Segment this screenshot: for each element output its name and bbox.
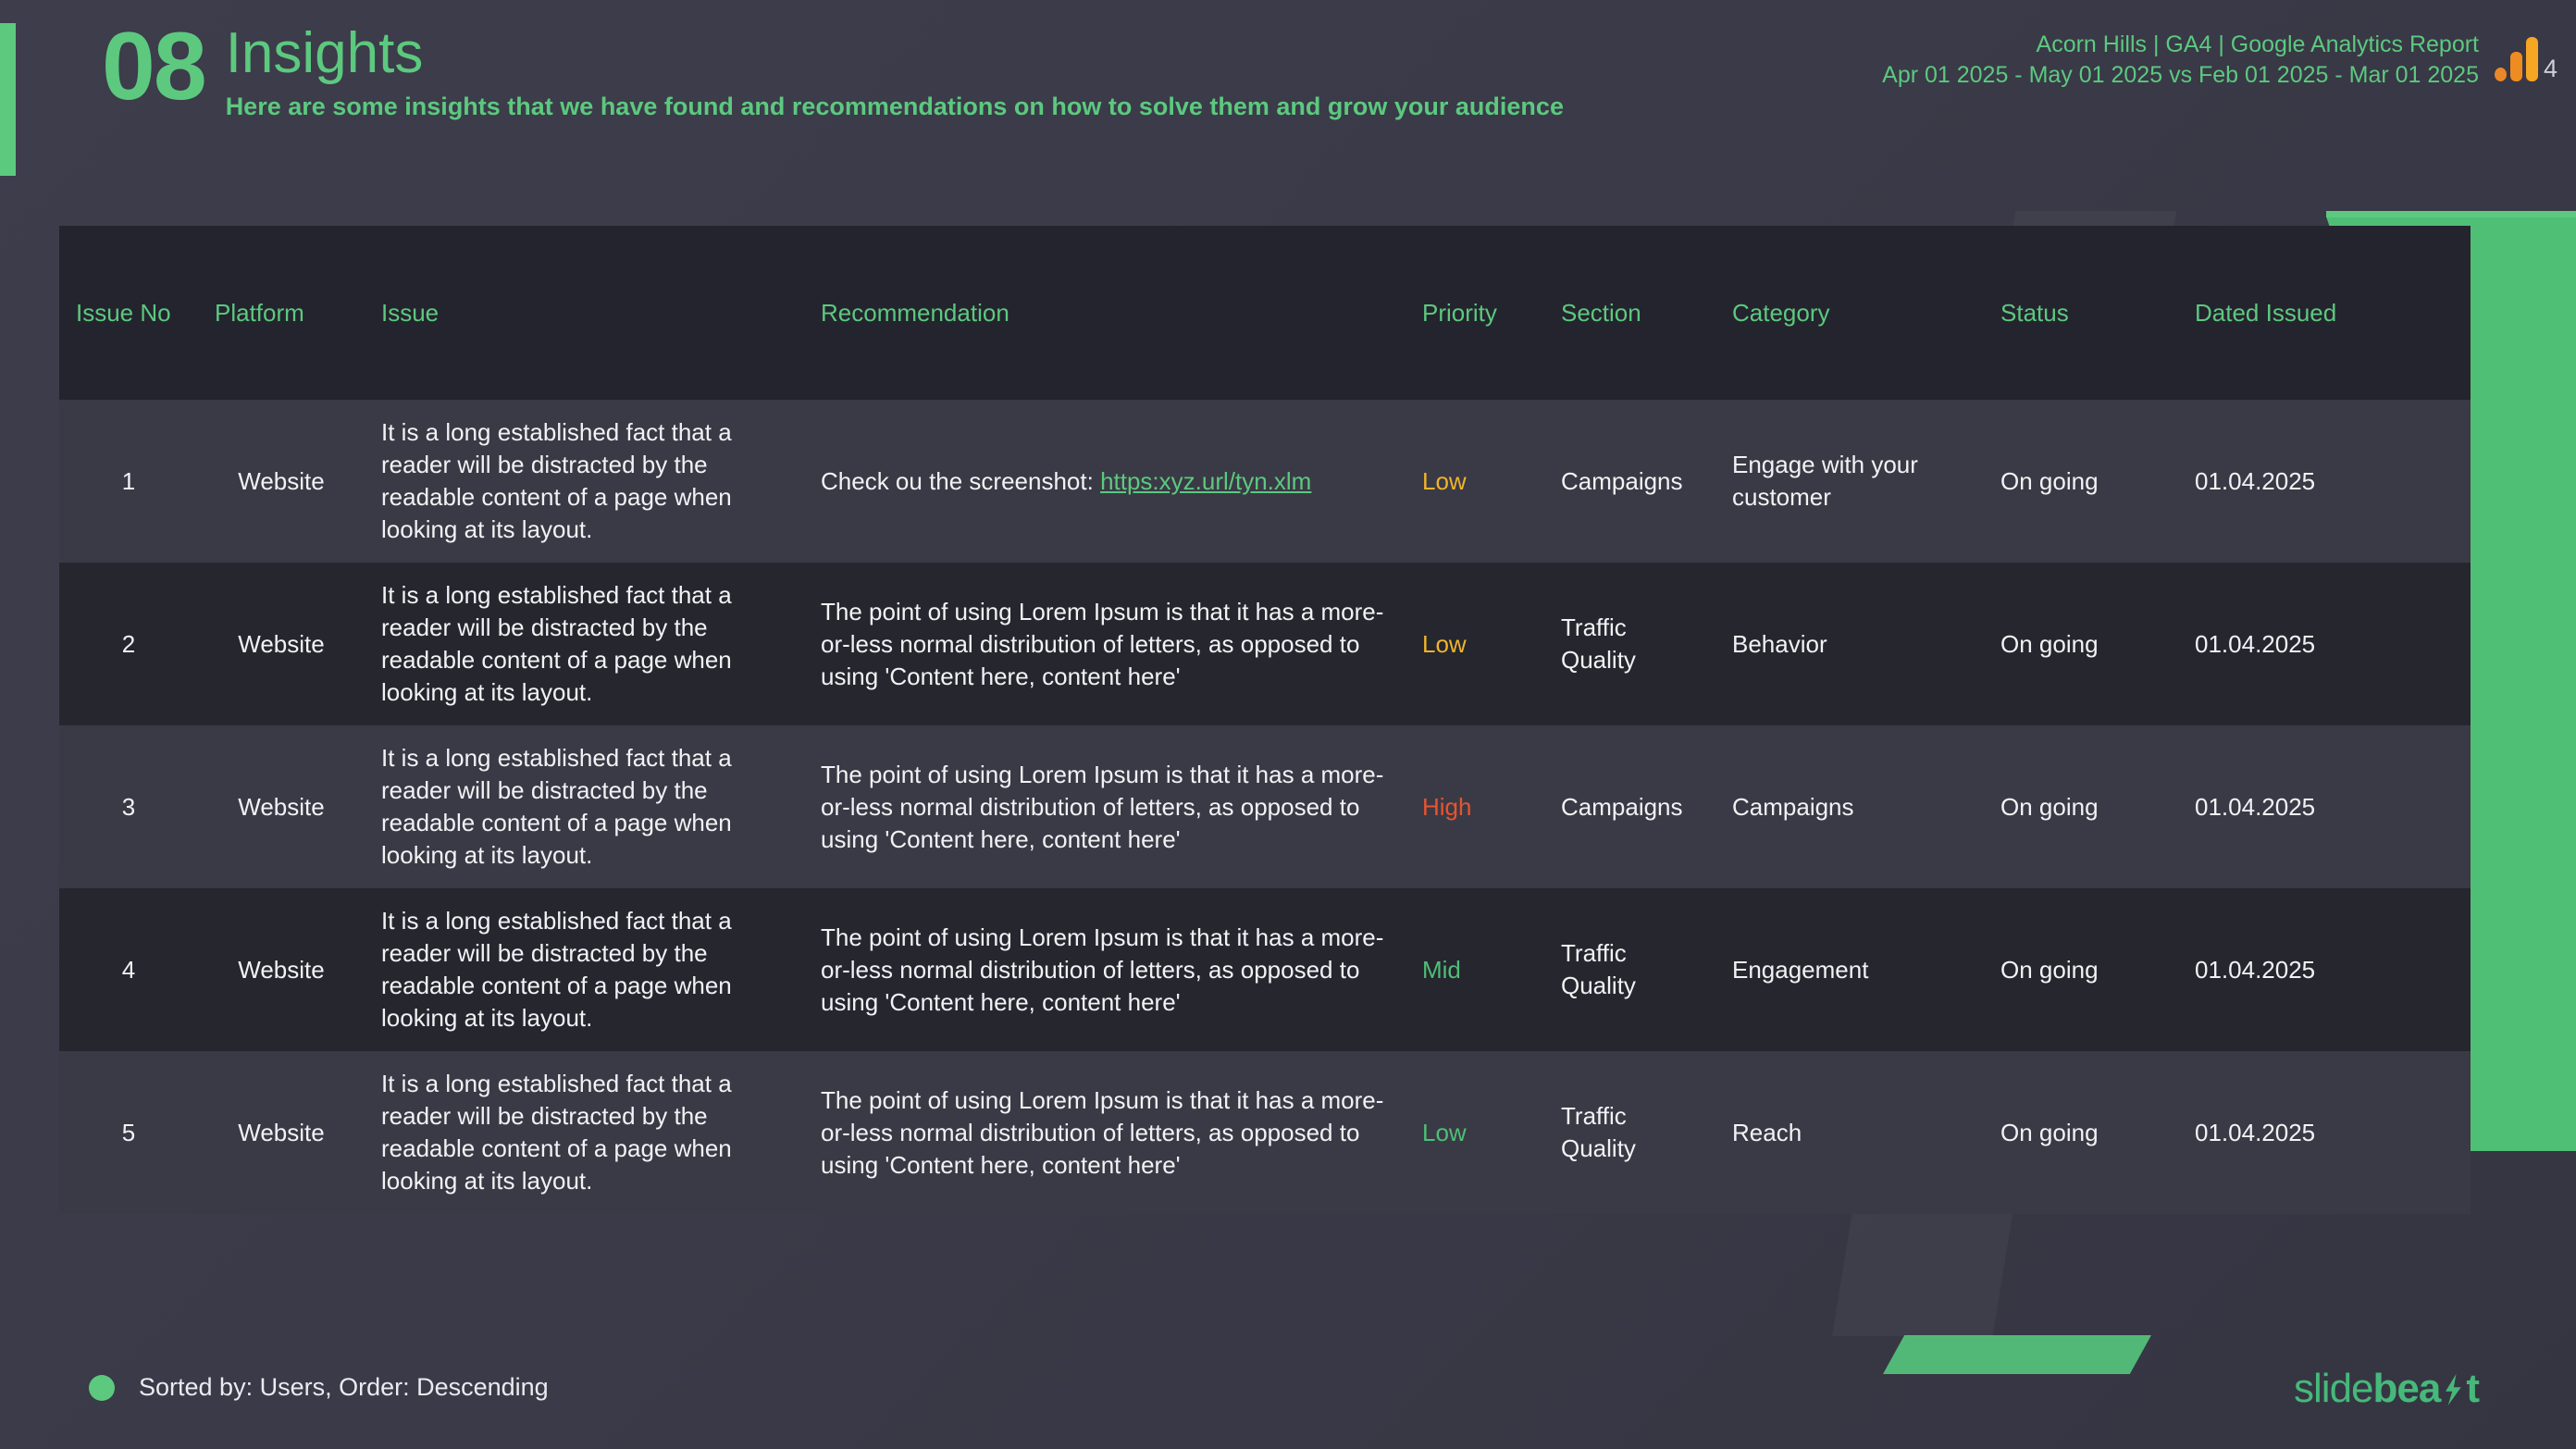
right-green-shape-secondary: [2461, 907, 2576, 1120]
table-body: 1 Website It is a long established fact th…: [59, 400, 2471, 1214]
column-header-priority[interactable]: Priority: [1406, 226, 1544, 400]
page-subtitle: Here are some insights that we have foun…: [225, 93, 1564, 120]
cell-recommendation: The point of using Lorem Ipsum is that i…: [804, 888, 1406, 1051]
cell-issue-no: 3: [59, 725, 198, 888]
cell-issue: It is a long established fact that a rea…: [365, 563, 804, 725]
ga4-bar-tall-icon: [2525, 37, 2538, 81]
cell-issue: It is a long established fact that a rea…: [365, 1051, 804, 1214]
cell-date-issued: 01.04.2025: [2178, 725, 2471, 888]
cell-issue: It is a long established fact that a rea…: [365, 725, 804, 888]
cell-category: Engagement: [1715, 888, 1984, 1051]
report-meta: Acorn Hills | GA4 | Google Analytics Rep…: [1882, 30, 2479, 91]
cell-platform: Website: [198, 563, 365, 725]
cell-platform: Website: [198, 725, 365, 888]
cell-date-issued: 01.04.2025: [2178, 400, 2471, 563]
cell-issue-no: 2: [59, 563, 198, 725]
cell-issue: It is a long established fact that a rea…: [365, 400, 804, 563]
cell-recommendation: The point of using Lorem Ipsum is that i…: [804, 725, 1406, 888]
cell-recommendation: The point of using Lorem Ipsum is that i…: [804, 563, 1406, 725]
cell-section: Traffic Quality: [1544, 563, 1715, 725]
slidebeast-logo: slide bea t: [2294, 1366, 2480, 1412]
ga4-version-label: 4: [2543, 55, 2557, 82]
cell-category: Engage with your customer: [1715, 400, 1984, 563]
table-header-row: Issue No Platform Issue Recommendation P…: [59, 226, 2471, 400]
column-header-issue[interactable]: Issue: [365, 226, 804, 400]
slide-header: 08 Insights Here are some insights that …: [0, 0, 2576, 199]
slide-footer: Sorted by: Users, Order: Descending slid…: [0, 1347, 2576, 1449]
cell-section: Traffic Quality: [1544, 888, 1715, 1051]
cell-recommendation: The point of using Lorem Ipsum is that i…: [804, 1051, 1406, 1214]
cell-priority: High: [1406, 725, 1544, 888]
cell-section: Campaigns: [1544, 400, 1715, 563]
cell-date-issued: 01.04.2025: [2178, 888, 2471, 1051]
column-header-category[interactable]: Category: [1715, 226, 1984, 400]
cell-status: On going: [1984, 563, 2178, 725]
cell-issue: It is a long established fact that a rea…: [365, 888, 804, 1051]
cell-status: On going: [1984, 1051, 2178, 1214]
column-header-dated-issued[interactable]: Dated Issued: [2178, 226, 2471, 400]
recommendation-link[interactable]: https:xyz.url/tyn.xlm: [1100, 467, 1311, 495]
brand-light-part: slide: [2294, 1366, 2373, 1411]
cell-category: Behavior: [1715, 563, 1984, 725]
cell-category: Campaigns: [1715, 725, 1984, 888]
cell-section: Campaigns: [1544, 725, 1715, 888]
table-row[interactable]: 1 Website It is a long established fact th…: [59, 400, 2471, 563]
title-block: 08 Insights Here are some insights that …: [102, 13, 1564, 124]
column-header-recommendation[interactable]: Recommendation: [804, 226, 1406, 400]
cell-platform: Website: [198, 888, 365, 1051]
lightning-bolt-icon: [2446, 1374, 2461, 1406]
column-header-platform[interactable]: Platform: [198, 226, 365, 400]
cell-priority: Low: [1406, 400, 1544, 563]
cell-category: Reach: [1715, 1051, 1984, 1214]
cell-issue-no: 1: [59, 400, 198, 563]
report-name: Acorn Hills | GA4 | Google Analytics Rep…: [2036, 31, 2479, 57]
column-header-section[interactable]: Section: [1544, 226, 1715, 400]
cell-priority: Low: [1406, 1051, 1544, 1214]
slide-number: 08: [102, 13, 207, 120]
title-texts: Insights Here are some insights that we …: [226, 22, 1564, 124]
cell-issue-no: 4: [59, 888, 198, 1051]
cell-section: Traffic Quality: [1544, 1051, 1715, 1214]
cell-recommendation: Check ou the screenshot: https:xyz.url/t…: [804, 400, 1406, 563]
brand-bold-tail: t: [2466, 1366, 2480, 1411]
table-row[interactable]: 3 Website It is a long established fact th…: [59, 725, 2471, 888]
cell-issue-no: 5: [59, 1051, 198, 1214]
cell-status: On going: [1984, 888, 2178, 1051]
sorted-by-note: Sorted by: Users, Order: Descending: [89, 1373, 549, 1402]
cell-platform: Website: [198, 400, 365, 563]
cell-priority: Mid: [1406, 888, 1544, 1051]
brand-bold-part: bea: [2372, 1366, 2442, 1411]
table-row[interactable]: 5 Website It is a long established fact th…: [59, 1051, 2471, 1214]
cell-status: On going: [1984, 725, 2178, 888]
column-header-issue-no[interactable]: Issue No: [59, 226, 198, 400]
ga4-bar-medium-icon: [2509, 52, 2522, 81]
report-date-range: Apr 01 2025 - May 01 2025 vs Feb 01 2025…: [1882, 62, 2479, 88]
ga4-bar-small-icon: [2494, 68, 2507, 81]
cell-date-issued: 01.04.2025: [2178, 563, 2471, 725]
green-top-edge-accent: [2326, 211, 2576, 217]
sorted-by-text: Sorted by: Users, Order: Descending: [139, 1373, 549, 1401]
table-row[interactable]: 2 Website It is a long established fact th…: [59, 563, 2471, 725]
cell-status: On going: [1984, 400, 2178, 563]
status-dot-icon: [89, 1374, 115, 1401]
table-row[interactable]: 4 Website It is a long established fact th…: [59, 888, 2471, 1051]
page-title: Insights: [225, 21, 424, 85]
cell-date-issued: 01.04.2025: [2178, 1051, 2471, 1214]
column-header-status[interactable]: Status: [1984, 226, 2178, 400]
cell-platform: Website: [198, 1051, 365, 1214]
insights-table: Issue No Platform Issue Recommendation P…: [59, 226, 2471, 1214]
ga4-logo-icon: 4: [2494, 33, 2557, 82]
cell-priority: Low: [1406, 563, 1544, 725]
